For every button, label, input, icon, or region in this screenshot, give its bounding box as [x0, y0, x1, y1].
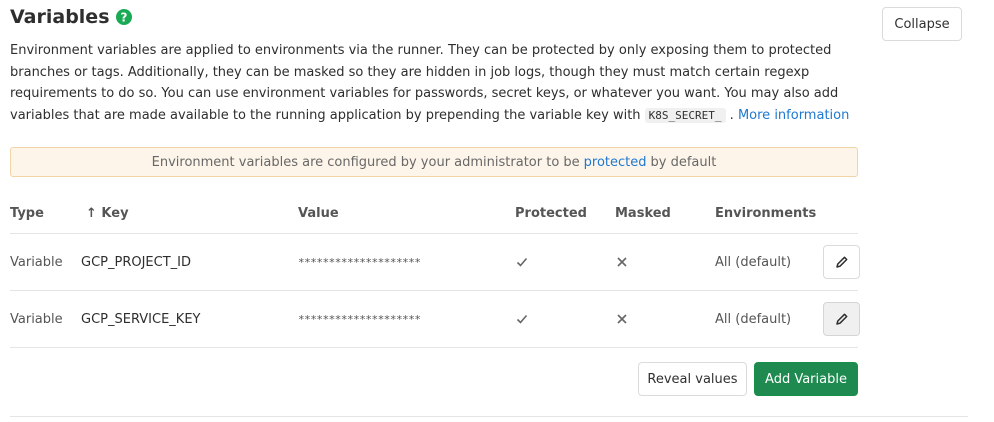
table-header: Type ↑ Key Value Protected Masked Enviro… [10, 193, 858, 234]
protected-variables-alert: Environment variables are configured by … [10, 147, 858, 177]
row-value: ******************** [298, 312, 421, 326]
pencil-icon [835, 255, 849, 269]
alert-text-before: Environment variables are configured by … [151, 154, 580, 170]
edit-variable-button[interactable] [823, 245, 860, 279]
table-row: Variable GCP_SERVICE_KEY ***************… [10, 291, 860, 348]
collapse-button[interactable]: Collapse [882, 7, 962, 41]
description-period: . [729, 107, 734, 123]
header-key-sort[interactable]: ↑ Key [86, 206, 129, 221]
protected-link[interactable]: protected [584, 155, 647, 170]
k8s-secret-code: K8S_SECRET_ [644, 107, 726, 123]
check-icon [515, 312, 529, 326]
header-type: Type [10, 205, 44, 221]
row-key: GCP_SERVICE_KEY [81, 311, 201, 327]
close-icon [615, 312, 629, 326]
row-environment: All (default) [715, 311, 792, 327]
close-icon [615, 255, 629, 269]
variables-table: Type ↑ Key Value Protected Masked Enviro… [10, 193, 860, 348]
section-divider [10, 416, 968, 417]
header-protected: Protected [515, 205, 587, 221]
row-type: Variable [10, 311, 63, 327]
alert-text-after: by default [650, 154, 717, 170]
pencil-icon [835, 312, 849, 326]
row-key: GCP_PROJECT_ID [81, 254, 192, 270]
question-circle-icon[interactable]: ? [115, 9, 132, 25]
header-environments: Environments [715, 205, 817, 221]
header-value: Value [298, 205, 339, 221]
check-icon [515, 255, 529, 269]
row-environment: All (default) [715, 254, 792, 270]
table-row: Variable GCP_PROJECT_ID ****************… [10, 234, 860, 291]
edit-variable-button[interactable] [823, 302, 860, 336]
add-variable-button[interactable]: Add Variable [754, 362, 858, 396]
section-description: Environment variables are applied to env… [10, 40, 850, 126]
more-information-link[interactable]: More information [738, 108, 849, 123]
header-masked: Masked [615, 205, 671, 221]
section-title-text: Variables [10, 6, 110, 28]
reveal-values-button[interactable]: Reveal values [638, 362, 747, 396]
section-title: Variables ? [10, 6, 132, 28]
svg-text:?: ? [120, 11, 127, 25]
row-type: Variable [10, 254, 63, 270]
row-value: ******************** [298, 255, 421, 269]
